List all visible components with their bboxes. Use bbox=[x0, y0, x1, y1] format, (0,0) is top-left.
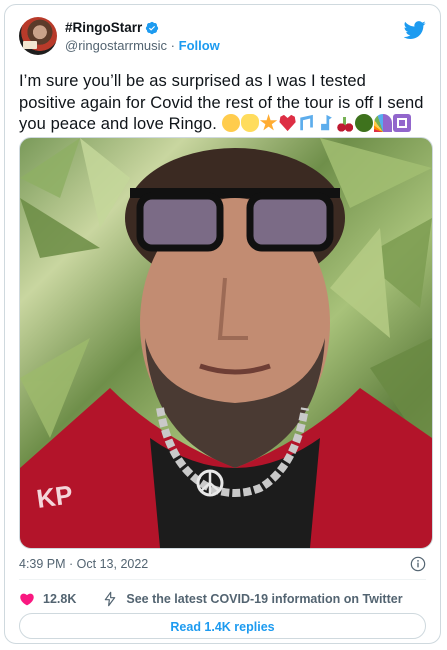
tweet-time[interactable]: 4:39 PM bbox=[19, 557, 66, 571]
verified-badge-icon bbox=[146, 21, 159, 34]
sunglasses-face-icon bbox=[221, 114, 240, 132]
author-avatar[interactable] bbox=[19, 17, 57, 55]
tweet-date[interactable]: Oct 13, 2022 bbox=[77, 557, 149, 571]
tweet-actions: 12.8K See the latest COVID-19 informatio… bbox=[19, 590, 426, 608]
info-icon[interactable] bbox=[410, 556, 426, 572]
rainbow-icon bbox=[373, 114, 392, 132]
music-note-icon bbox=[321, 114, 332, 131]
tweet-text: I’m sure you’ll be as surprised as I was… bbox=[19, 71, 424, 136]
lightning-bolt-icon bbox=[105, 591, 116, 607]
meta-separator: · bbox=[65, 557, 77, 571]
tweet-photo[interactable]: KP bbox=[19, 137, 433, 549]
tweet-card: #RingoStarr @ringostarrmusic · Follow I’… bbox=[4, 4, 441, 644]
peace-symbol-icon bbox=[392, 114, 411, 132]
heart-icon[interactable] bbox=[19, 591, 35, 607]
author-names: #RingoStarr @ringostarrmusic · Follow bbox=[65, 19, 220, 54]
covid-link-text[interactable]: See the latest COVID-19 information on T… bbox=[126, 592, 402, 606]
follow-button[interactable]: Follow bbox=[179, 38, 220, 53]
tweet-header: #RingoStarr @ringostarrmusic · Follow bbox=[19, 17, 426, 57]
author-display-name-row[interactable]: #RingoStarr bbox=[65, 19, 220, 36]
author-handle[interactable]: @ringostarrmusic bbox=[65, 38, 167, 53]
tweet-emoji-row bbox=[221, 114, 412, 133]
star-icon bbox=[259, 114, 278, 131]
like-action[interactable]: 12.8K bbox=[19, 591, 76, 607]
author-handle-row: @ringostarrmusic · Follow bbox=[65, 37, 220, 54]
svg-text:KP: KP bbox=[35, 479, 75, 514]
covid-info-link[interactable]: See the latest COVID-19 information on T… bbox=[102, 591, 403, 607]
author-display-name[interactable]: #RingoStarr bbox=[65, 19, 142, 36]
divider bbox=[19, 579, 426, 580]
music-notes-icon bbox=[300, 114, 313, 131]
cherries-icon bbox=[335, 114, 354, 132]
handle-separator: · bbox=[167, 38, 179, 53]
like-count: 12.8K bbox=[43, 592, 77, 606]
victory-hand-icon bbox=[240, 114, 259, 132]
tweet-meta: 4:39 PM · Oct 13, 2022 bbox=[19, 556, 426, 575]
red-heart-icon bbox=[279, 114, 296, 132]
broccoli-icon bbox=[354, 114, 373, 132]
photo-illustration: KP bbox=[20, 138, 432, 548]
read-replies-button[interactable]: Read 1.4K replies bbox=[19, 613, 426, 639]
twitter-bird-icon[interactable] bbox=[404, 19, 426, 41]
